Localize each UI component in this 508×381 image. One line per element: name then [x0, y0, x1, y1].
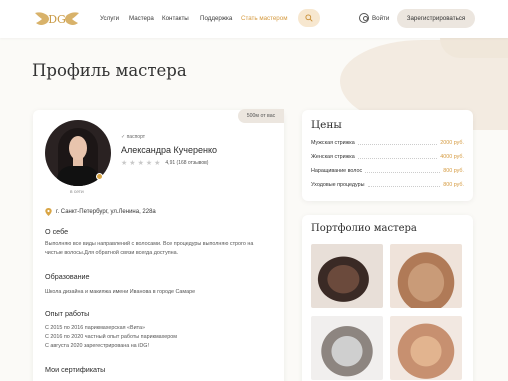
portfolio-photo[interactable] — [390, 244, 462, 308]
certificates-title: Мои сертификаты — [45, 365, 106, 374]
logo-icon[interactable]: DG — [33, 9, 81, 29]
experience-title: Опыт работы — [45, 309, 90, 318]
prices-title: Цены — [311, 119, 342, 131]
star-icon: ★ — [137, 160, 144, 167]
user-icon — [359, 13, 369, 23]
svg-text:DG: DG — [48, 13, 66, 26]
decorative-shape — [440, 38, 508, 58]
experience-line: С 2016 по 2020 частный опыт работы парик… — [45, 334, 178, 340]
search-button[interactable] — [298, 9, 320, 27]
online-status-dot — [96, 173, 103, 180]
portfolio-photo[interactable] — [311, 244, 383, 308]
master-name: Александра Кучеренко — [121, 145, 217, 155]
star-icon: ★ — [129, 160, 136, 167]
page-title: Профиль мастера — [32, 61, 187, 80]
portfolio-photo[interactable] — [390, 316, 462, 380]
nav-item-services[interactable]: Услуги — [100, 15, 119, 22]
location-pin-icon — [45, 208, 52, 216]
portfolio-title: Портфолио мастера — [311, 223, 417, 234]
search-icon — [305, 14, 313, 22]
education-text: Школа дизайна и макияжа имени Иванова в … — [45, 289, 196, 295]
price-row: Уходовые процедуры 800 руб. — [311, 182, 464, 188]
address-text: г. Санкт-Петербург, ул.Ленина, 228а — [56, 209, 156, 215]
price-row: Мужская стрижка 2000 руб. — [311, 140, 464, 146]
nav-item-masters[interactable]: Мастера — [129, 15, 154, 22]
price-row: Наращивание волос 800 руб. — [311, 168, 464, 174]
experience-line: С августа 2020 зарегестрирована на iDG! — [45, 343, 149, 349]
passport-verified: ✓ паспорт — [121, 134, 145, 140]
distance-badge: 500м от вас — [238, 109, 284, 123]
address: г. Санкт-Петербург, ул.Ленина, 228а — [45, 208, 156, 216]
star-icon: ★ — [121, 160, 128, 167]
portfolio-photo[interactable] — [311, 316, 383, 380]
passport-label: паспорт — [126, 134, 146, 140]
star-icon: ★ — [154, 160, 161, 167]
register-button[interactable]: Зарегистрироваться — [397, 9, 475, 28]
star-icon: ★ — [145, 160, 153, 167]
nav-item-become-master[interactable]: Стать мастером — [241, 15, 287, 22]
nav-item-contacts[interactable]: Контакты — [162, 15, 189, 22]
rating-value: 4,91 (168 отзывов) — [165, 160, 209, 166]
education-title: Образование — [45, 272, 90, 281]
about-text: Выполняю все виды направлений с волосами… — [45, 241, 254, 256]
login-label: Войти — [372, 14, 390, 22]
experience-line: С 2015 по 2016 парикмахерская «Вита» — [45, 325, 146, 331]
online-status-label: в сети — [70, 190, 84, 195]
about-title: О себе — [45, 227, 69, 236]
nav-item-support[interactable]: Поддержка — [200, 15, 232, 22]
login-link[interactable]: Войти — [359, 13, 389, 23]
header: DG Услуги Мастера Контакты Поддержка Ста… — [0, 0, 508, 38]
price-row: Женская стрижка 4000 руб. — [311, 154, 464, 160]
rating[interactable]: ★ ★ ★ ★ ★ 4,91 (168 отзывов) — [121, 159, 208, 167]
